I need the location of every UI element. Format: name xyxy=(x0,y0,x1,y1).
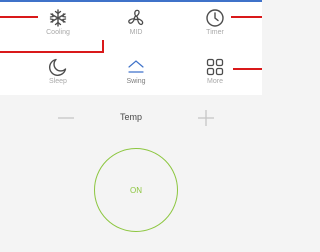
callout-line-fan-vertical xyxy=(102,40,104,53)
snowflake-icon xyxy=(23,8,93,28)
timer-label: Timer xyxy=(206,29,224,36)
callout-line-cooling xyxy=(0,16,38,18)
callout-line-fan-horizontal xyxy=(0,51,103,53)
power-button[interactable]: ON xyxy=(94,148,178,232)
more-button[interactable]: More xyxy=(180,57,250,101)
more-label: More xyxy=(207,78,223,85)
timer-button[interactable]: Timer xyxy=(180,8,250,52)
swing-label: Swing xyxy=(126,78,146,85)
callout-line-timer xyxy=(231,16,262,18)
sleep-button[interactable]: Sleep xyxy=(23,57,93,101)
temp-label: Temp xyxy=(119,112,142,122)
grid-icon xyxy=(180,57,250,77)
mode-panel: Cooling MID Timer Sleep Swing More xyxy=(0,2,262,95)
cooling-label: Cooling xyxy=(46,29,70,36)
temp-increase-button[interactable] xyxy=(196,108,216,128)
fan-speed-button[interactable]: MID xyxy=(101,8,171,52)
power-label: ON xyxy=(130,185,142,195)
cooling-button[interactable]: Cooling xyxy=(23,8,93,52)
fan-speed-label: MID xyxy=(129,29,143,36)
chevron-up-icon xyxy=(101,57,171,77)
swing-button[interactable]: Swing xyxy=(101,57,171,101)
fan-icon xyxy=(101,8,171,28)
plus-icon xyxy=(196,110,216,132)
clock-icon xyxy=(180,8,250,28)
moon-icon xyxy=(23,57,93,77)
sleep-label: Sleep xyxy=(49,78,67,85)
callout-line-more xyxy=(233,68,262,70)
